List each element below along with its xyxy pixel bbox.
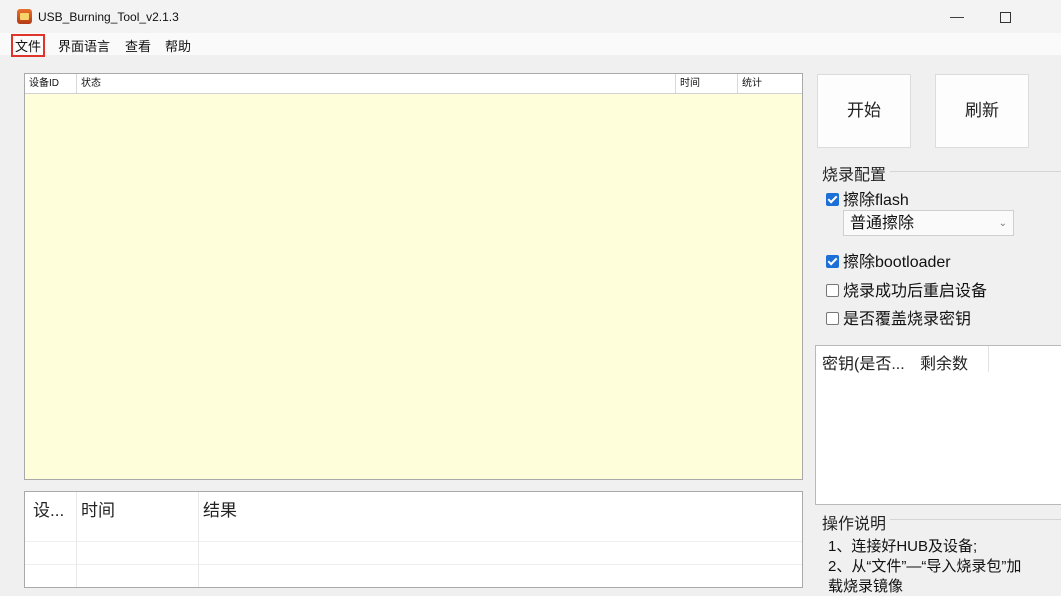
erase-flash-checkbox[interactable]: 擦除flash xyxy=(826,186,909,210)
menu-help[interactable]: 帮助 xyxy=(163,36,193,55)
menu-bar: 文件 界面语言 查看 帮助 xyxy=(0,33,1061,57)
erase-mode-select[interactable]: 普通擦除 ⌄ xyxy=(843,210,1014,236)
reboot-after-checkbox[interactable]: 烧录成功后重启设备 xyxy=(826,277,987,301)
checkbox-checked-icon xyxy=(826,193,839,206)
log-table[interactable]: 设... 时间 结果 xyxy=(24,491,803,588)
log-column-divider xyxy=(198,492,199,587)
column-stats[interactable]: 统计 xyxy=(738,74,802,93)
minimize-button[interactable]: — xyxy=(934,0,980,33)
instruction-line: 1、连接好HUB及设备; xyxy=(828,538,978,555)
checkbox-checked-icon xyxy=(826,255,839,268)
device-table-header: 设备ID 状态 时间 统计 xyxy=(25,74,802,94)
app-icon xyxy=(17,9,32,24)
maximize-button[interactable] xyxy=(982,0,1028,33)
title-bar: USB_Burning_Tool_v2.1.3 — xyxy=(0,0,1061,33)
log-column-time[interactable]: 时间 xyxy=(81,496,115,521)
column-device-id[interactable]: 设备ID xyxy=(25,74,77,93)
checkbox-unchecked-icon xyxy=(826,312,839,325)
menu-language[interactable]: 界面语言 xyxy=(56,36,112,55)
group-border xyxy=(890,171,1061,172)
erase-flash-label: 擦除flash xyxy=(843,192,909,209)
instructions-title: 操作说明 xyxy=(822,510,891,534)
group-border xyxy=(890,519,1061,520)
minimize-icon: — xyxy=(950,8,964,24)
column-time[interactable]: 时间 xyxy=(676,74,738,93)
window-title: USB_Burning_Tool_v2.1.3 xyxy=(38,10,179,24)
log-row-divider xyxy=(25,541,802,542)
menu-file[interactable]: 文件 xyxy=(10,34,46,57)
menu-view[interactable]: 查看 xyxy=(123,36,153,55)
key-column-remaining[interactable]: 剩余数 xyxy=(920,350,968,374)
instruction-line: 2、从“文件”—“导入烧录包”加 xyxy=(828,558,1022,575)
maximize-icon xyxy=(999,11,1011,23)
erase-bootloader-checkbox[interactable]: 擦除bootloader xyxy=(826,248,951,272)
reboot-after-label: 烧录成功后重启设备 xyxy=(843,283,988,300)
key-column-key[interactable]: 密钥(是否... xyxy=(822,350,905,374)
checkbox-unchecked-icon xyxy=(826,284,839,297)
chevron-down-icon: ⌄ xyxy=(998,218,1007,229)
column-status[interactable]: 状态 xyxy=(77,74,676,93)
burn-config-title: 烧录配置 xyxy=(822,161,891,185)
overwrite-key-checkbox[interactable]: 是否覆盖烧录密钥 xyxy=(826,305,971,329)
refresh-button[interactable]: 刷新 xyxy=(935,74,1029,148)
log-column-device[interactable]: 设... xyxy=(33,496,64,521)
key-column-divider xyxy=(988,346,989,372)
key-table[interactable]: 密钥(是否... 剩余数 xyxy=(815,345,1061,505)
erase-mode-value: 普通擦除 xyxy=(850,215,915,232)
erase-bootloader-label: 擦除bootloader xyxy=(843,254,951,271)
instruction-line: 载烧录镜像 xyxy=(828,578,904,595)
overwrite-key-label: 是否覆盖烧录密钥 xyxy=(843,311,972,328)
log-column-result[interactable]: 结果 xyxy=(203,496,237,521)
start-button[interactable]: 开始 xyxy=(817,74,911,148)
log-column-divider xyxy=(76,492,77,587)
log-row-divider xyxy=(25,564,802,565)
device-table[interactable]: 设备ID 状态 时间 统计 xyxy=(24,73,803,480)
